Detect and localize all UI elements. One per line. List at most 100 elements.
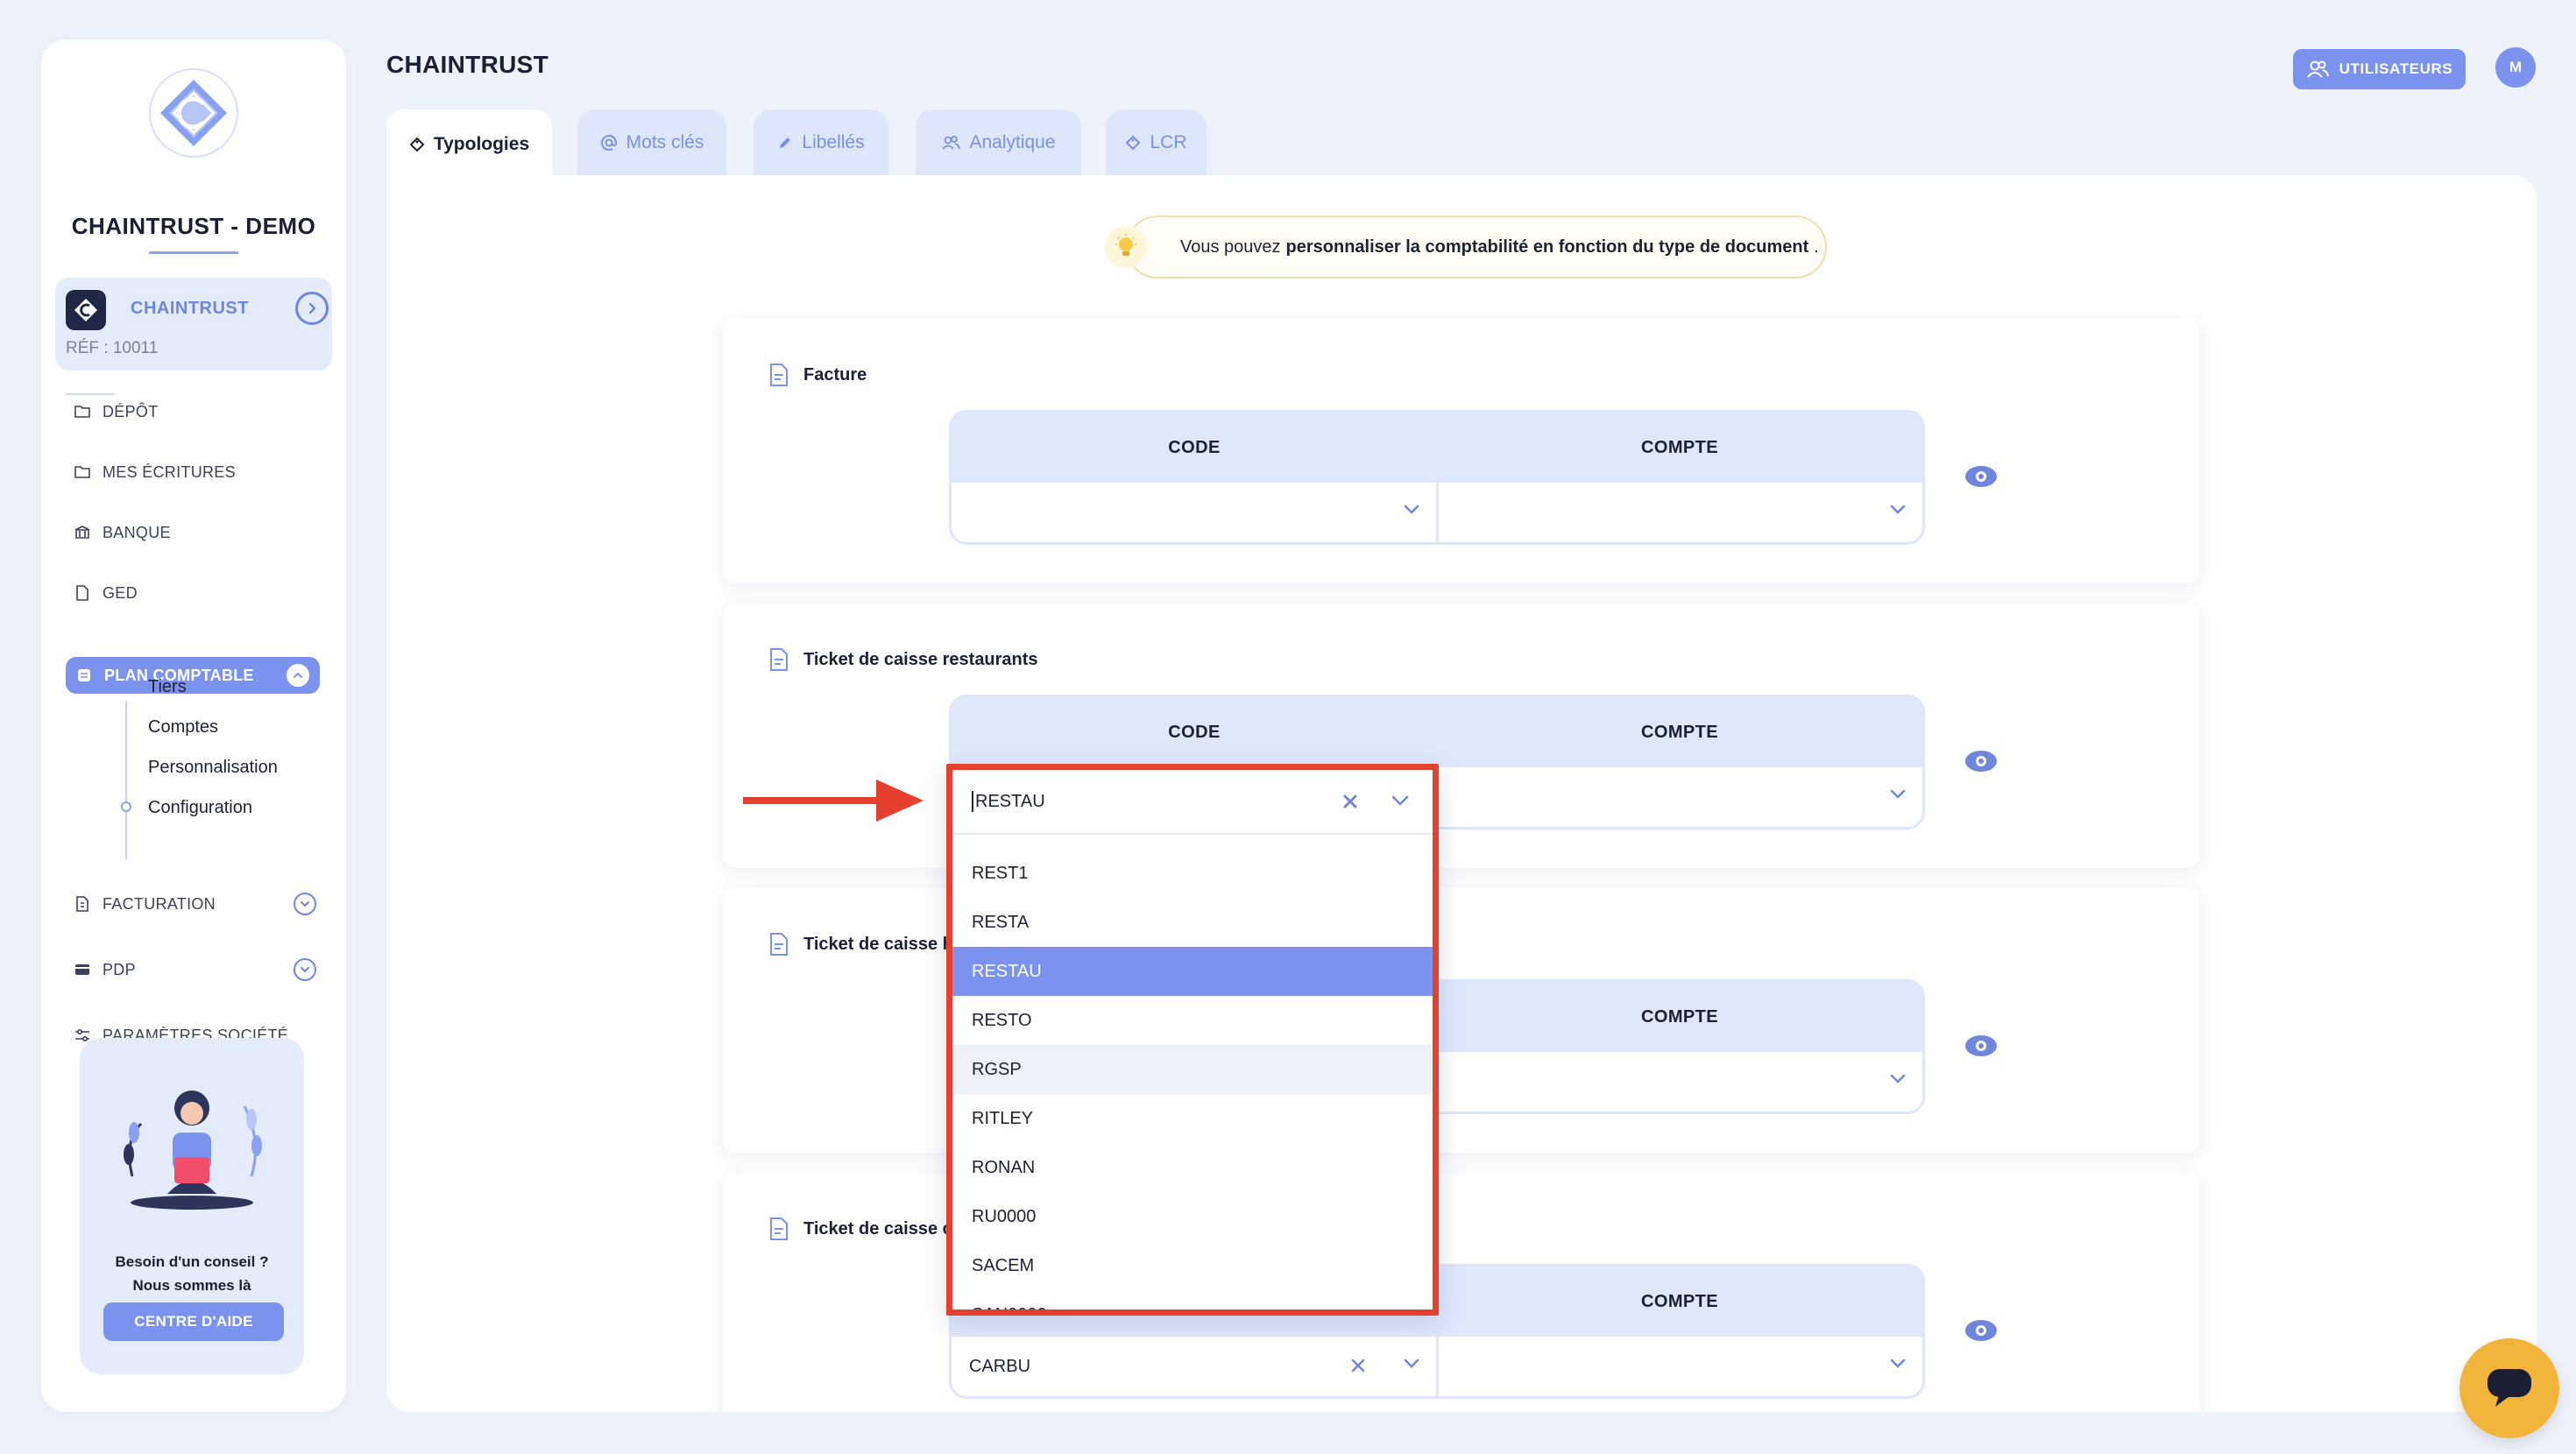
chevron-down-icon[interactable] (1889, 1358, 1907, 1370)
column-header-compte: COMPTE (1641, 437, 1718, 457)
doc-title: Ticket de caisse c (768, 1217, 952, 1241)
subnav-personnalisation[interactable]: Personnalisation (148, 758, 278, 778)
eye-icon[interactable] (1964, 744, 1999, 779)
dropdown-option[interactable]: RITLEY (952, 1094, 1433, 1143)
code-dropdown[interactable]: RESTAU REST1 RESTA RESTAU RESTO RGSP RITLEY RO… (946, 764, 1439, 1316)
tab-libelles[interactable]: Libellés (754, 109, 888, 176)
compte-select[interactable] (1435, 767, 1923, 827)
sidebar-item-facturation[interactable]: FACTURATION (73, 886, 327, 922)
dropdown-option[interactable]: RONAN (952, 1143, 1433, 1192)
dropdown-option[interactable]: RESTA (952, 898, 1433, 947)
document-icon (73, 583, 92, 603)
avatar[interactable]: M (2495, 47, 2536, 88)
column-header-compte: COMPTE (1641, 722, 1718, 742)
code-combobox-input[interactable]: RESTAU (952, 770, 1433, 835)
code-select[interactable]: CARBU (952, 1337, 1436, 1396)
eye-icon[interactable] (1964, 1028, 1999, 1063)
sidebar-item-pdp[interactable]: PDP (73, 951, 327, 988)
chevron-down-icon[interactable] (1889, 504, 1907, 516)
chevron-down-icon[interactable] (294, 958, 316, 981)
users-button[interactable]: UTILISATEURS (2293, 49, 2466, 89)
tab-lcr[interactable]: LCR (1106, 109, 1207, 176)
clear-icon[interactable] (1350, 1358, 1366, 1373)
sidebar-item-label: PDP (103, 960, 136, 978)
dropdown-option[interactable]: RU0000 (952, 1192, 1433, 1241)
dropdown-option[interactable]: SACEM (952, 1241, 1433, 1290)
chevron-down-icon[interactable] (1889, 1073, 1907, 1085)
document-icon (768, 932, 789, 956)
document-icon (768, 647, 789, 672)
chevron-right-icon[interactable] (295, 292, 329, 325)
column-header-compte: COMPTE (1641, 1006, 1718, 1027)
mapping-header: CODE COMPTE (952, 413, 1922, 483)
sidebar-item-plan-comptable[interactable]: PLAN COMPTABLE (66, 657, 320, 694)
customer-card[interactable]: CHAINTRUST RÉF : 10011 (55, 278, 332, 371)
dropdown-option[interactable]: RESTAU (952, 947, 1433, 996)
tab-typologies[interactable]: Typologies (386, 109, 552, 180)
chevron-down-icon[interactable] (1403, 1358, 1420, 1370)
document-icon (768, 1217, 789, 1241)
compte-select[interactable] (1435, 1052, 1923, 1112)
mapping-table: CODE COMPTE (949, 410, 1925, 545)
company-underline (149, 251, 238, 254)
dropdown-option[interactable]: RESTO (952, 996, 1433, 1045)
sidebar-item-label: GED (103, 583, 138, 602)
doc-title: Ticket de caisse restaurants (768, 647, 1038, 672)
sidebar-item-ecritures[interactable]: MES ÉCRITURES (73, 454, 327, 491)
compte-select[interactable] (1435, 483, 1923, 542)
subnav-comptes[interactable]: Comptes (148, 717, 218, 738)
subnav-tiers[interactable]: Tiers (148, 677, 187, 697)
tab-analytique[interactable]: Analytique (916, 109, 1081, 176)
dropdown-option[interactable]: RGSP (952, 1045, 1433, 1094)
customer-name: CHAINTRUST (131, 299, 249, 318)
tag-icon (1125, 135, 1141, 151)
doc-title: Ticket de caisse h (768, 932, 953, 956)
tab-label: Mots clés (626, 132, 704, 152)
chat-button[interactable] (2459, 1338, 2559, 1438)
compte-select[interactable] (1435, 1337, 1923, 1396)
doc-card-facture: Facture CODE COMPTE (723, 319, 2200, 583)
doc-title-label: Ticket de caisse restaurants (803, 649, 1038, 669)
code-select[interactable] (952, 483, 1436, 542)
tab-mots-cles[interactable]: Mots clés (577, 109, 726, 176)
page-title: CHAINTRUST (386, 51, 548, 78)
sidebar-item-label: FACTURATION (103, 894, 216, 913)
doc-title-label: Facture (803, 364, 867, 385)
eye-icon[interactable] (1964, 459, 1999, 494)
tag-icon (409, 137, 425, 152)
info-bold: personnaliser la comptabilité en fonctio… (1285, 236, 1809, 257)
customer-logo (66, 290, 106, 330)
help-line-2: Nous sommes là (132, 1277, 251, 1294)
doc-title-label: Ticket de caisse h (803, 934, 953, 954)
help-line-1: Besoin d'un conseil ? (115, 1253, 269, 1270)
subnav-configuration[interactable]: Configuration (148, 798, 252, 818)
dropdown-option[interactable]: REST1 (952, 849, 1433, 898)
dropdown-option[interactable]: SAN0000 (952, 1290, 1433, 1310)
customer-ref: RÉF : 10011 (66, 339, 159, 357)
tab-label: Libellés (802, 132, 865, 152)
text-caret (972, 791, 973, 812)
dropdown-options: REST1 RESTA RESTAU RESTO RGSP RITLEY RONAN RU00… (952, 849, 1433, 1310)
meditating-woman-illustration (115, 1071, 269, 1211)
tab-label: Analytique (969, 132, 1056, 152)
clear-icon[interactable] (1341, 793, 1359, 810)
doc-card-ticket-h: Ticket de caisse h CODE COMPTE (723, 888, 2200, 1153)
sidebar-item-depot[interactable]: DÉPÔT (73, 393, 327, 430)
chevron-down-icon[interactable] (294, 893, 316, 915)
sidebar-item-banque[interactable]: BANQUE (73, 514, 327, 551)
help-card: Besoin d'un conseil ? Nous sommes là pou… (80, 1038, 304, 1374)
lightbulb-icon (1105, 226, 1147, 268)
card-icon (73, 960, 92, 979)
sidebar-item-label: DÉPÔT (103, 402, 159, 420)
sidebar-item-ged[interactable]: GED (73, 575, 327, 611)
at-icon (600, 134, 618, 152)
doc-card-ticket-c: Ticket de caisse c CODE COMPTE CARBU (723, 1173, 2200, 1412)
chevron-down-icon[interactable] (1391, 794, 1410, 807)
chevron-down-icon[interactable] (1889, 788, 1907, 801)
chevron-up-icon[interactable] (287, 664, 309, 687)
company-logo (148, 67, 239, 159)
eye-icon[interactable] (1964, 1313, 1999, 1348)
help-center-button[interactable]: CENTRE D'AIDE (103, 1302, 284, 1341)
folder-icon (73, 462, 92, 482)
chevron-down-icon[interactable] (1403, 504, 1420, 516)
